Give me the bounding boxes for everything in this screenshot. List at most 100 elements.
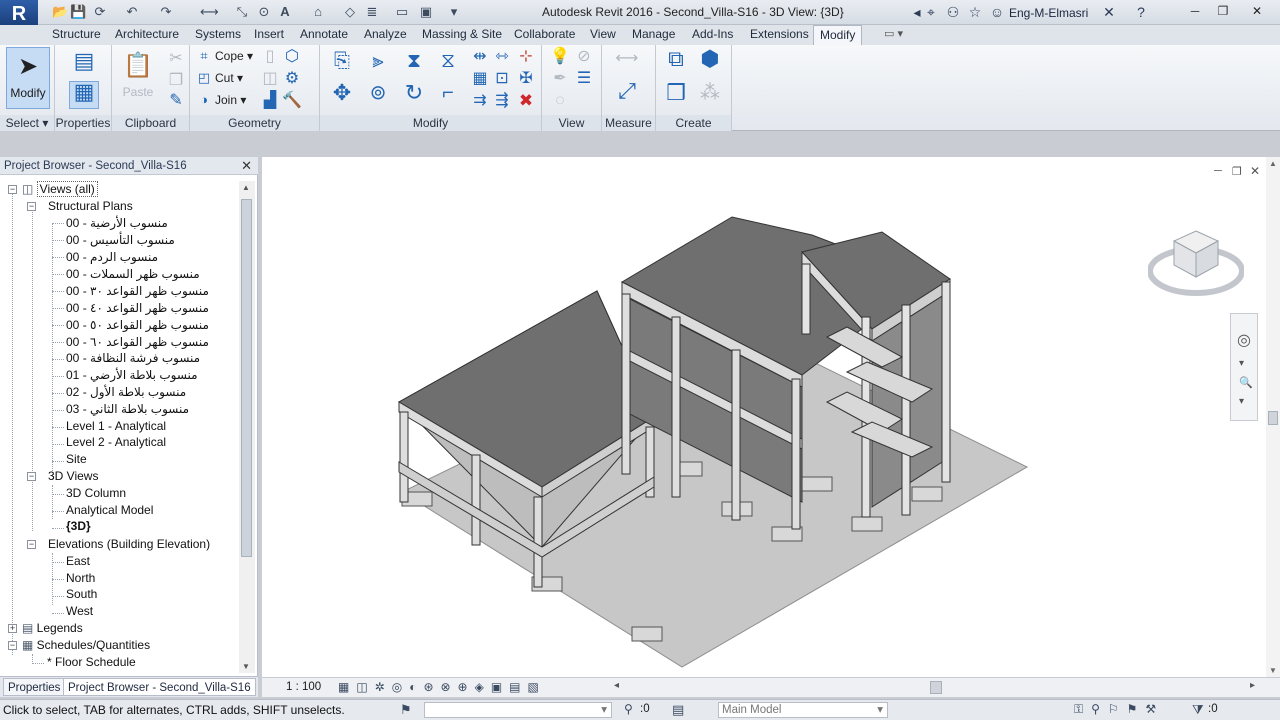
user-icon[interactable]: ☺ — [988, 3, 1006, 21]
worksets-icon[interactable]: ⚑ — [400, 702, 412, 718]
hscroll-left-icon[interactable]: ◂ — [614, 680, 619, 691]
measure-icon[interactable]: ⟷ — [200, 4, 219, 20]
zoom-dropdown-icon[interactable]: ▾ — [1239, 396, 1244, 407]
tree-plan-item[interactable]: منسوب ظهر القواعد ٥٠ - 00 — [66, 317, 209, 334]
create-parts-icon[interactable]: ⬢ — [696, 48, 724, 77]
default-3d-view-icon[interactable]: ⌂ — [310, 4, 326, 20]
favorites-icon[interactable]: ☆ — [966, 3, 984, 21]
match-properties-icon[interactable]: ✎ — [166, 91, 186, 111]
array-icon[interactable]: ▦ — [470, 69, 490, 89]
tree-3d-item-active[interactable]: {3D} — [66, 518, 91, 535]
tree-elevation-item[interactable]: North — [66, 570, 95, 587]
tab-structure[interactable]: Structure — [52, 27, 101, 41]
move-icon[interactable]: ✥ — [328, 82, 356, 111]
demolish-icon[interactable]: 🔨 — [282, 91, 302, 111]
create-similar-icon[interactable]: ⁂ — [696, 83, 724, 111]
editable-only-icon[interactable]: ⚲ — [624, 702, 633, 716]
ribbon-minimize-icon[interactable]: ▭ ▾ — [884, 27, 903, 40]
nav-dropdown-icon[interactable]: ▾ — [1239, 358, 1244, 369]
tree-structural-plans[interactable]: Structural Plans — [48, 198, 133, 215]
tab-project-browser[interactable]: Project Browser - Second_Villa-S16 — [63, 678, 256, 696]
tab-insert[interactable]: Insert — [254, 27, 284, 41]
scroll-up-icon[interactable]: ▲ — [1269, 159, 1277, 168]
delete-icon[interactable]: ✖ — [516, 91, 536, 111]
tab-properties[interactable]: Properties — [3, 678, 66, 696]
dimension-icon[interactable]: ⤡ — [234, 4, 250, 20]
tab-add-ins[interactable]: Add-Ins — [692, 27, 733, 41]
view-minimize-icon[interactable]: ─ — [1214, 165, 1222, 177]
tree-plan-item[interactable]: منسوب ظهر القواعد ٦٠ - 00 — [66, 334, 209, 351]
tree-plan-item[interactable]: منسوب فرشة النظافة - 00 — [66, 350, 200, 367]
binoculars-icon[interactable]: ⌖ — [922, 3, 940, 21]
browser-scrollbar[interactable]: ▲ ▼ — [239, 181, 255, 673]
expand-toggle[interactable]: − — [8, 185, 17, 194]
tree-plan-item[interactable]: منسوب بلاطة الأول - 02 — [66, 384, 186, 401]
customize-toolbar-icon[interactable]: ▾ — [446, 4, 462, 20]
tree-schedule-item[interactable]: * Floor Schedule — [47, 654, 136, 671]
view-close-icon[interactable]: ✕ — [1250, 164, 1260, 178]
tree-plan-item[interactable]: منسوب بلاطة الثاني - 03 — [66, 401, 189, 418]
create-group-icon[interactable]: ❒ — [662, 82, 690, 111]
undo-icon[interactable]: ↶ — [124, 4, 140, 20]
copy-icon[interactable]: ⊚ — [364, 83, 392, 111]
tree-plan-item[interactable]: منسوب بلاطة الأرضي - 01 — [66, 367, 198, 384]
expand-toggle[interactable]: − — [27, 472, 36, 481]
view-restore-icon[interactable]: ❐ — [1232, 165, 1242, 178]
close-hidden-windows-icon[interactable]: ▭ — [394, 4, 410, 20]
align-icon[interactable]: ⎘ — [328, 51, 356, 77]
cut-button[interactable]: ◰ Cut ▾ — [196, 68, 243, 88]
expand-toggle[interactable]: − — [27, 540, 36, 549]
tree-elevation-item[interactable]: South — [66, 586, 97, 603]
trim-single-icon[interactable]: ⇶ — [492, 91, 512, 111]
tree-plan-item[interactable]: منسوب ظهر القواعد ٤٠ - 00 — [66, 300, 209, 317]
expand-toggle[interactable]: − — [8, 641, 17, 650]
tree-3d-item[interactable]: Analytical Model — [66, 502, 153, 519]
thin-lines-icon[interactable]: ≣ — [364, 4, 380, 20]
offset-icon[interactable]: ⫸ — [364, 51, 392, 77]
close-button[interactable]: ✕ — [1244, 2, 1270, 20]
cope-button[interactable]: ⌗ Cope ▾ — [196, 46, 253, 66]
design-options-icon[interactable]: ▤ — [672, 702, 684, 718]
scroll-down-icon[interactable]: ▼ — [1269, 666, 1277, 675]
tree-elevations[interactable]: Elevations (Building Elevation) — [48, 536, 210, 553]
view-graphics-icon[interactable]: ☰ — [574, 69, 594, 89]
save-icon[interactable]: 💾 — [70, 4, 86, 20]
close-icon[interactable]: ✕ — [241, 157, 252, 175]
copy-clip-icon[interactable]: ❐ — [166, 71, 186, 91]
tree-plan-item[interactable]: منسوب التأسيس - 00 — [66, 232, 175, 249]
join-button[interactable]: ◑ Join ▾ — [196, 90, 246, 110]
tag-icon[interactable]: ⊙ — [256, 4, 272, 20]
paste-button[interactable]: 📋 Paste — [116, 47, 160, 109]
paint-view-icon[interactable]: ◌ — [550, 91, 570, 111]
tree-3d-views[interactable]: 3D Views — [48, 468, 98, 485]
tab-extensions[interactable]: Extensions — [750, 27, 809, 41]
zoom-icon[interactable]: 🔍 — [1239, 376, 1253, 389]
scrollbar-thumb[interactable] — [241, 199, 252, 557]
cut-profile-icon[interactable]: ⬡ — [282, 47, 302, 67]
text-icon[interactable]: A — [277, 4, 293, 20]
unpin-icon[interactable]: ⊹ — [516, 47, 536, 67]
select-panel-label[interactable]: Select ▾ — [0, 115, 54, 131]
section-icon[interactable]: ◇ — [342, 4, 358, 20]
3d-model-view[interactable] — [262, 157, 1280, 677]
join-roof-icon[interactable]: ⚙ — [282, 69, 302, 89]
design-option-select[interactable]: Main Model ▾ — [718, 702, 888, 718]
expand-toggle[interactable]: − — [27, 202, 36, 211]
exchange-icon[interactable]: ✕ — [1100, 3, 1118, 21]
view-control-icons[interactable]: ▦◫✲◎◐⊛⊗⊕◈▣▤▧ — [338, 680, 546, 694]
tab-modify[interactable]: Modify — [813, 25, 863, 46]
tab-massing-site[interactable]: Massing & Site — [422, 27, 502, 41]
pin-icon[interactable]: ✠ — [516, 69, 536, 89]
tree-plan-item[interactable]: منسوب ظهر السملات - 00 — [66, 266, 200, 283]
tab-analyze[interactable]: Analyze — [364, 27, 407, 41]
tab-manage[interactable]: Manage — [632, 27, 675, 41]
tree-3d-item[interactable]: 3D Column — [66, 485, 126, 502]
tree-schedules[interactable]: ▦ Schedules/Quantities — [22, 637, 150, 654]
trim-extend-icon[interactable]: ⌐ — [434, 83, 462, 111]
restore-button[interactable]: ❐ — [1210, 2, 1236, 20]
tree-plan-item[interactable]: منسوب الردم - 00 — [66, 249, 158, 266]
properties-icon[interactable]: ▦ — [69, 81, 99, 109]
mirror-axis-icon[interactable]: ⧗ — [400, 51, 428, 77]
scale-icon[interactable]: ⊡ — [492, 69, 512, 89]
switch-windows-icon[interactable]: ▣ — [418, 4, 434, 20]
